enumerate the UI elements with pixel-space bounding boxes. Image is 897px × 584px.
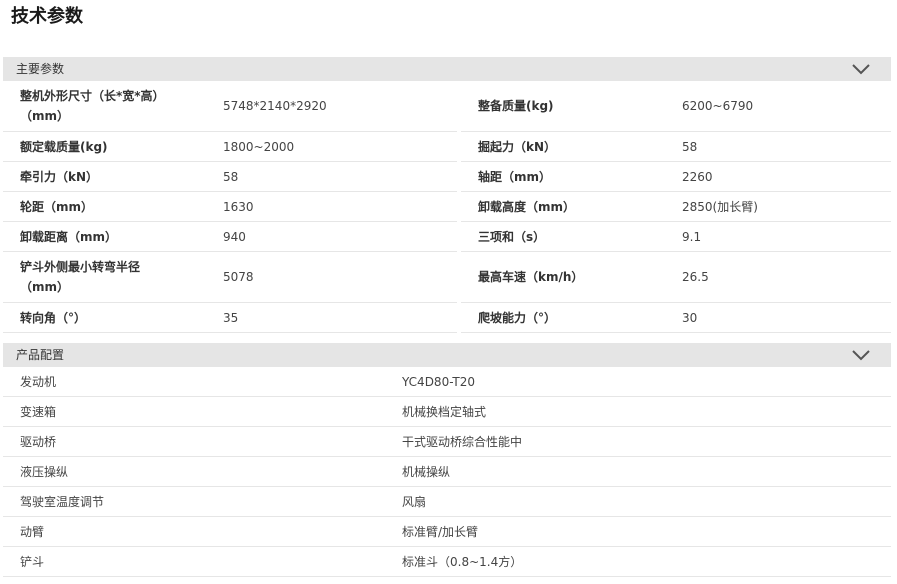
param-value: 6200~6790 bbox=[682, 99, 754, 113]
table-row: 铲斗外侧最小转弯半径 （mm） 5078 最高车速（km/h） 26.5 bbox=[3, 252, 891, 303]
param-label: 额定载质量(kg) bbox=[20, 139, 108, 154]
param-value: 2260 bbox=[682, 169, 713, 184]
param-label: 掘起力（kN） bbox=[478, 139, 557, 154]
config-value: 干式驱动桥综合性能中 bbox=[402, 434, 523, 449]
chevron-down-icon[interactable] bbox=[851, 348, 871, 362]
param-value: 35 bbox=[223, 310, 239, 325]
table-row: 变速箱 机械换档定轴式 bbox=[3, 397, 891, 427]
page-title: 技术参数 bbox=[11, 6, 83, 27]
chevron-down-icon[interactable] bbox=[851, 62, 871, 76]
table-row: 整机外形尺寸（长*宽*高） （mm） 5748*2140*2920 整备质量(k… bbox=[3, 81, 891, 132]
section-header-main[interactable]: 主要参数 bbox=[3, 57, 891, 81]
table-row: 卸载距离（mm） 940 三项和（s） 9.1 bbox=[3, 222, 891, 252]
param-label: 最高车速（km/h） bbox=[478, 270, 584, 284]
param-label: 轮距（mm） bbox=[20, 199, 94, 214]
param-value: 9.1 bbox=[682, 229, 702, 244]
table-row: 发动机 YC4D80-T20 bbox=[3, 367, 891, 397]
param-label: 卸载距离（mm） bbox=[20, 229, 118, 244]
table-row: 转向角（°） 35 爬坡能力（°） 30 bbox=[3, 303, 891, 333]
config-label: 发动机 bbox=[20, 374, 57, 389]
config-value: 标准斗（0.8~1.4方） bbox=[402, 554, 523, 569]
param-value: 1800~2000 bbox=[223, 139, 295, 154]
param-value: 1630 bbox=[223, 199, 254, 214]
main-params-table: 整机外形尺寸（长*宽*高） （mm） 5748*2140*2920 整备质量(k… bbox=[3, 81, 891, 333]
param-label: 铲斗外侧最小转弯半径 （mm） bbox=[20, 260, 141, 294]
config-value: 标准臂/加长臂 bbox=[402, 524, 479, 539]
table-row: 轮距（mm） 1630 卸载高度（mm） 2850(加长臂) bbox=[3, 192, 891, 222]
param-label: 整备质量(kg) bbox=[478, 99, 554, 113]
section-title: 产品配置 bbox=[16, 348, 65, 362]
table-row: 动臂 标准臂/加长臂 bbox=[3, 517, 891, 547]
config-label: 驾驶室温度调节 bbox=[20, 494, 105, 509]
table-row: 铲斗 标准斗（0.8~1.4方） bbox=[3, 547, 891, 577]
param-label: 轴距（mm） bbox=[478, 169, 552, 184]
param-value: 58 bbox=[682, 139, 698, 154]
section-header-config[interactable]: 产品配置 bbox=[3, 343, 891, 367]
config-label: 驱动桥 bbox=[20, 434, 57, 449]
param-value: 30 bbox=[682, 310, 698, 325]
param-value: 58 bbox=[223, 169, 239, 184]
param-label: 转向角（°） bbox=[20, 310, 87, 325]
param-value: 940 bbox=[223, 229, 246, 244]
table-row: 牵引力（kN） 58 轴距（mm） 2260 bbox=[3, 162, 891, 192]
table-row: 液压操纵 机械操纵 bbox=[3, 457, 891, 487]
table-row: 额定载质量(kg) 1800~2000 掘起力（kN） 58 bbox=[3, 132, 891, 162]
config-label: 铲斗 bbox=[20, 554, 45, 569]
param-value: 2850(加长臂) bbox=[682, 199, 758, 214]
param-label: 牵引力（kN） bbox=[20, 169, 99, 184]
config-label: 动臂 bbox=[20, 524, 45, 539]
config-table: 发动机 YC4D80-T20 变速箱 机械换档定轴式 驱动桥 干式驱动桥综合性能… bbox=[3, 367, 891, 577]
config-value: 机械操纵 bbox=[402, 464, 451, 479]
config-value: 机械换档定轴式 bbox=[402, 404, 487, 419]
table-row: 驾驶室温度调节 风扇 bbox=[3, 487, 891, 517]
param-value: 5078 bbox=[223, 270, 254, 284]
config-value: YC4D80-T20 bbox=[402, 374, 476, 389]
param-label: 三项和（s） bbox=[478, 229, 546, 244]
param-value: 26.5 bbox=[682, 270, 709, 284]
param-label: 卸载高度（mm） bbox=[478, 199, 576, 214]
param-label: 整机外形尺寸（长*宽*高） （mm） bbox=[20, 89, 165, 123]
param-label: 爬坡能力（°） bbox=[478, 310, 557, 325]
section-title: 主要参数 bbox=[16, 62, 65, 76]
param-value: 5748*2140*2920 bbox=[223, 99, 327, 113]
config-label: 变速箱 bbox=[20, 404, 57, 419]
config-label: 液压操纵 bbox=[20, 464, 69, 479]
table-row: 驱动桥 干式驱动桥综合性能中 bbox=[3, 427, 891, 457]
config-value: 风扇 bbox=[402, 494, 427, 509]
